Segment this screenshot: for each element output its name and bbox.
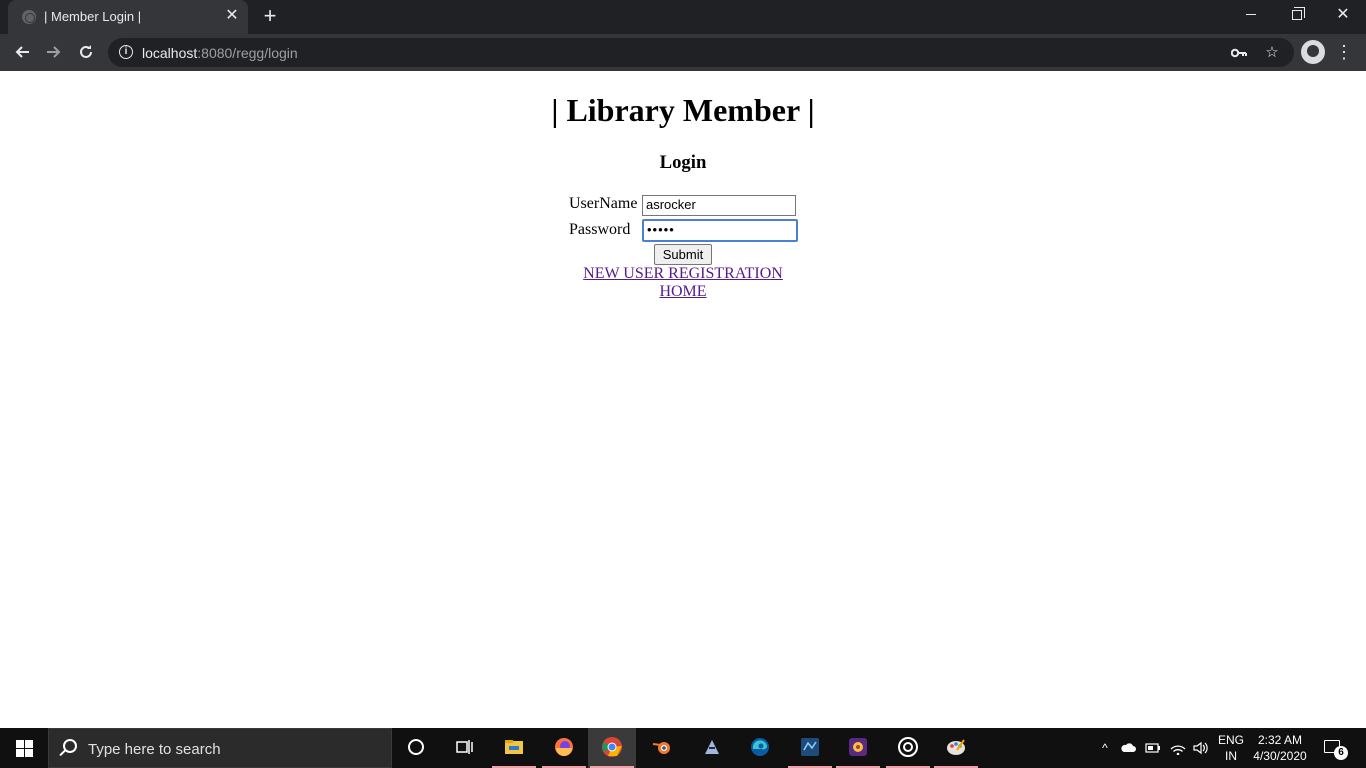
mysql-workbench-icon[interactable] bbox=[786, 728, 834, 768]
task-view-icon[interactable] bbox=[440, 728, 488, 768]
search-icon bbox=[63, 739, 77, 753]
chrome-icon[interactable] bbox=[588, 728, 636, 768]
minimize-button[interactable] bbox=[1228, 0, 1274, 32]
globe-icon bbox=[22, 10, 36, 24]
search-placeholder: Type here to search bbox=[88, 741, 221, 758]
forward-button[interactable] bbox=[40, 38, 68, 66]
paint-icon[interactable] bbox=[932, 728, 980, 768]
onedrive-icon[interactable] bbox=[1120, 740, 1136, 756]
language-indicator[interactable]: ENG IN bbox=[1218, 732, 1244, 764]
file-explorer-icon[interactable] bbox=[490, 728, 538, 768]
eclipse-icon[interactable] bbox=[688, 728, 736, 768]
browser-tab[interactable]: | Member Login | ✕ bbox=[8, 0, 248, 34]
password-input[interactable]: ••••• bbox=[642, 219, 798, 242]
page-content: | Library Member | Login UserName asrock… bbox=[0, 71, 1366, 728]
start-button[interactable] bbox=[0, 728, 48, 768]
star-icon[interactable]: ☆ bbox=[1261, 42, 1283, 64]
chevron-up-icon[interactable]: ^ bbox=[1097, 740, 1113, 756]
page-title: | Library Member | bbox=[551, 92, 815, 128]
login-heading: Login bbox=[659, 152, 707, 173]
game-icon[interactable] bbox=[834, 728, 882, 768]
restore-button[interactable] bbox=[1274, 0, 1320, 32]
url-text: localhost:8080/regg/login bbox=[142, 45, 298, 61]
menu-dots-icon[interactable]: ⋮ bbox=[1334, 38, 1354, 66]
info-icon[interactable]: i bbox=[119, 45, 133, 59]
back-button[interactable] bbox=[8, 38, 36, 66]
close-tab-icon[interactable]: ✕ bbox=[222, 6, 242, 26]
new-tab-button[interactable]: + bbox=[258, 5, 282, 29]
address-bar[interactable]: i localhost:8080/regg/login ☆ bbox=[108, 38, 1294, 67]
cortana-icon[interactable] bbox=[392, 728, 440, 768]
password-label: Password bbox=[569, 221, 631, 238]
blender-icon[interactable] bbox=[638, 728, 686, 768]
notification-icon[interactable]: 6 bbox=[1322, 738, 1348, 760]
browser-toolbar: i localhost:8080/regg/login ☆ ⋮ bbox=[0, 34, 1366, 71]
windows-taskbar: Type here to search ^ ENG IN 2:32 AM 4/3… bbox=[0, 728, 1366, 768]
wifi-icon[interactable] bbox=[1170, 740, 1186, 756]
tab-strip: | Member Login | ✕ + ✕ bbox=[0, 0, 1366, 34]
home-link[interactable]: HOME bbox=[0, 283, 1366, 301]
profile-avatar[interactable] bbox=[1301, 40, 1325, 64]
tab-title: | Member Login | bbox=[44, 9, 142, 24]
clock[interactable]: 2:32 AM 4/30/2020 bbox=[1252, 732, 1308, 764]
new-user-registration-link[interactable]: NEW USER REGISTRATION bbox=[0, 265, 1366, 283]
submit-button[interactable]: Submit bbox=[654, 244, 712, 265]
username-input[interactable]: asrocker bbox=[642, 195, 796, 216]
firefox-icon[interactable] bbox=[540, 728, 588, 768]
taskbar-search-box[interactable]: Type here to search bbox=[48, 728, 392, 768]
obs-icon[interactable] bbox=[884, 728, 932, 768]
notification-badge: 6 bbox=[1334, 746, 1348, 760]
volume-icon[interactable] bbox=[1192, 740, 1208, 756]
reload-button[interactable] bbox=[72, 38, 100, 66]
edge-icon[interactable] bbox=[736, 728, 784, 768]
username-label: UserName bbox=[569, 195, 638, 212]
battery-icon[interactable] bbox=[1145, 740, 1161, 756]
key-icon[interactable] bbox=[1228, 42, 1250, 64]
close-window-button[interactable]: ✕ bbox=[1320, 0, 1366, 32]
